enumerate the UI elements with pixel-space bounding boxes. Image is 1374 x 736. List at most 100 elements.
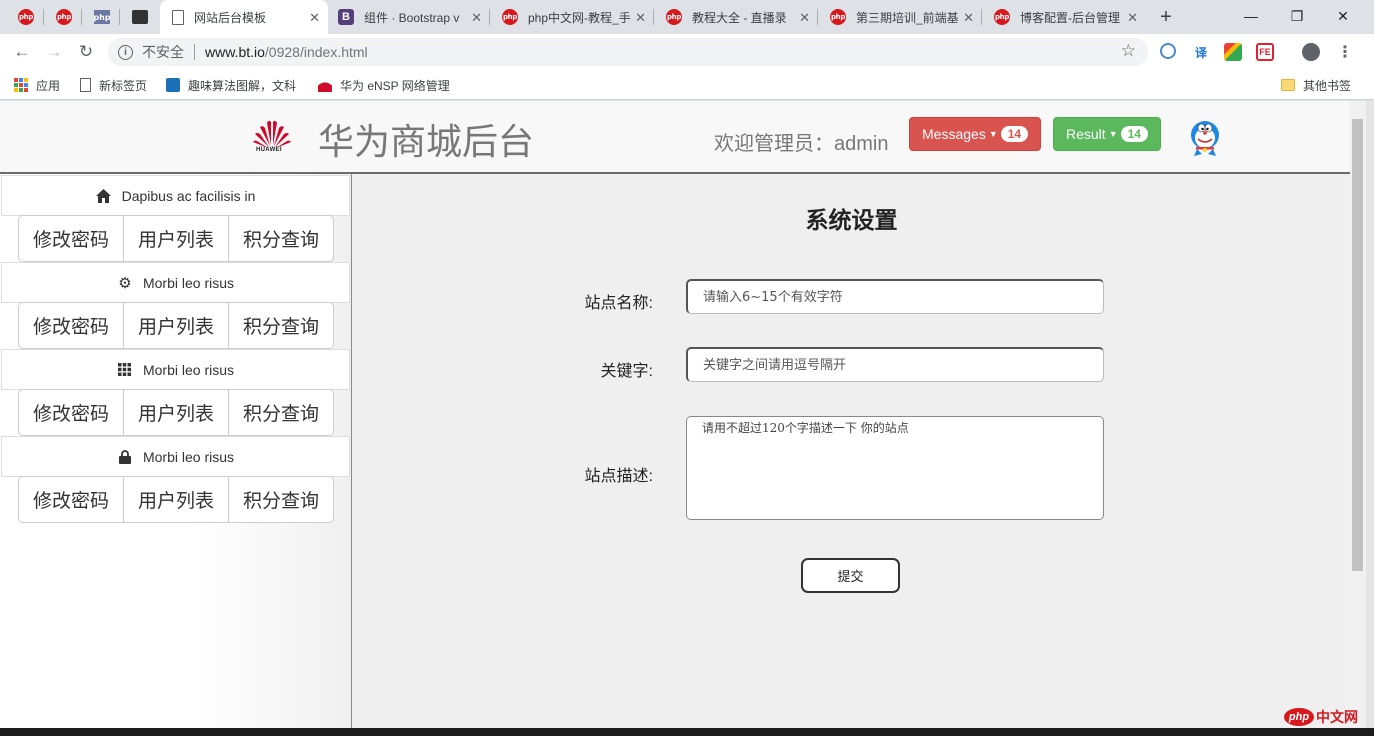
back-icon[interactable]: ← (10, 40, 34, 64)
result-label: Result (1066, 126, 1106, 142)
site-name-label: 站点名称: (584, 295, 653, 312)
tab-close-icon[interactable]: ✕ (963, 10, 974, 26)
points-query-button[interactable]: 积分查询 (228, 389, 334, 436)
address-bar[interactable]: i 不安全 www.bt.io/0928/index.html ☆ (108, 38, 1148, 66)
php-icon: php (56, 9, 72, 25)
tab-close-icon[interactable]: ✕ (471, 10, 482, 26)
avatar[interactable] (1186, 118, 1224, 158)
minimize-icon[interactable]: — (1228, 0, 1274, 32)
forward-icon[interactable]: → (42, 40, 66, 64)
security-label: 不安全 (142, 44, 184, 60)
change-password-button[interactable]: 修改密码 (18, 302, 124, 349)
points-query-button[interactable]: 积分查询 (228, 476, 334, 523)
sidebar-panel-heading[interactable]: Morbi leo risus (1, 349, 350, 390)
translate-icon[interactable]: 译 (1192, 43, 1210, 61)
info-icon[interactable]: i (118, 44, 133, 60)
php-icon: php (18, 9, 34, 25)
tab-close-icon[interactable]: ✕ (799, 10, 810, 26)
change-password-button[interactable]: 修改密码 (18, 476, 124, 523)
lock-icon (117, 449, 133, 464)
menu-kebab-icon[interactable]: ⋮ (1336, 43, 1354, 61)
panel-heading-label: Morbi leo risus (142, 361, 235, 378)
new-tab-icon[interactable]: + (1154, 5, 1178, 29)
description-textarea[interactable] (686, 416, 1104, 520)
watermark-badge: php (1284, 708, 1314, 726)
window-close-icon[interactable]: ✕ (1320, 0, 1366, 32)
change-password-button[interactable]: 修改密码 (18, 389, 124, 436)
user-list-button[interactable]: 用户列表 (123, 302, 229, 349)
tab-title: 第三期培训_前端基 (856, 10, 959, 25)
github-icon (132, 10, 148, 24)
url-host: www.bt.io (205, 44, 265, 60)
sidebar-button-group: 修改密码 用户列表 积分查询 (18, 302, 334, 349)
php-icon: php (994, 9, 1010, 25)
site-name-input[interactable] (686, 279, 1104, 314)
page-icon (80, 78, 91, 92)
profile-icon[interactable] (1302, 43, 1320, 61)
bookmark-label: 趣味算法图解，文科 (188, 78, 297, 93)
sidebar-panel-heading[interactable]: Dapibus ac facilisis in (1, 175, 350, 216)
extension-colorful-icon[interactable] (1224, 43, 1242, 61)
pinned-tab[interactable]: php (46, 0, 82, 34)
bookmarks-bar: 应用 新标签页 趣味算法图解，文科 华为 eNSP 网络管理 其他书签 (0, 70, 1374, 100)
php-watermark: php 中文网 (1284, 706, 1368, 728)
gear-icon: ⚙ (118, 274, 132, 292)
user-list-button[interactable]: 用户列表 (123, 389, 229, 436)
restore-icon[interactable]: ❐ (1274, 0, 1320, 32)
tab-close-icon[interactable]: ✕ (1127, 10, 1138, 26)
sidebar-button-group: 修改密码 用户列表 积分查询 (18, 215, 334, 262)
change-password-button[interactable]: 修改密码 (18, 215, 124, 262)
fe-helper-icon[interactable]: FE (1256, 43, 1274, 61)
logo-wordmark: HUAWEI (256, 147, 282, 153)
points-query-button[interactable]: 积分查询 (228, 215, 334, 262)
browser-toolbar: ← → ↻ i 不安全 www.bt.io/0928/index.html ☆ … (0, 34, 1374, 70)
sidebar-panel-heading[interactable]: ⚙ Morbi leo risus (1, 262, 350, 303)
tab-active[interactable]: 网站后台模板 ✕ (160, 0, 328, 34)
keywords-input[interactable] (686, 347, 1104, 382)
tab[interactable]: php php中文网-教程_手 ✕ (490, 0, 654, 34)
bookmark-other[interactable]: 其他书签 (1281, 76, 1351, 94)
caret-down-icon: ▼ (1108, 129, 1118, 139)
pinned-tab[interactable]: php (8, 0, 44, 34)
result-dropdown-button[interactable]: Result ▼ 14 (1053, 117, 1161, 151)
bookmark-algo[interactable]: 趣味算法图解，文科 (166, 76, 301, 94)
tab-close-icon[interactable]: ✕ (635, 10, 646, 26)
php-icon: php (830, 9, 846, 25)
sidebar-panel-heading[interactable]: Morbi leo risus (1, 436, 350, 477)
site-icon (166, 78, 180, 92)
tab[interactable]: php 第三期培训_前端基 ✕ (818, 0, 982, 34)
submit-button[interactable]: 提交 (801, 558, 900, 593)
tab-title: 网站后台模板 (194, 10, 267, 25)
keywords-label: 关键字: (600, 363, 653, 380)
tab[interactable]: php 博客配置-后台管理 ✕ (982, 0, 1146, 34)
sidebar-button-group: 修改密码 用户列表 积分查询 (18, 476, 334, 523)
extension-globe-icon[interactable] (1160, 43, 1176, 59)
php-icon: php (666, 9, 682, 25)
bookmark-newtab[interactable]: 新标签页 (80, 76, 147, 94)
sidebar-button-group: 修改密码 用户列表 积分查询 (18, 389, 334, 436)
points-query-button[interactable]: 积分查询 (228, 302, 334, 349)
messages-label: Messages (922, 126, 986, 142)
user-list-button[interactable]: 用户列表 (123, 476, 229, 523)
bookmark-apps[interactable]: 应用 (14, 76, 60, 94)
folder-icon (1281, 79, 1295, 91)
page-scrollbar[interactable] (1350, 101, 1366, 728)
site-header: HUAWEI 华为商城后台 欢迎管理员：admin Messages ▼ 14 … (0, 101, 1350, 174)
messages-dropdown-button[interactable]: Messages ▼ 14 (909, 117, 1042, 151)
tab[interactable]: B 组件 · Bootstrap v ✕ (326, 0, 490, 34)
url-text[interactable]: www.bt.io/0928/index.html (205, 44, 368, 60)
tab[interactable]: php 教程大全 - 直播录 ✕ (654, 0, 818, 34)
tab-close-icon[interactable]: ✕ (309, 10, 320, 26)
pinned-tab[interactable] (122, 0, 158, 34)
bookmark-star-icon[interactable]: ☆ (1121, 41, 1136, 61)
browser-tab-strip: php php php 网站后台模板 ✕ B 组件 · Bootstrap v … (0, 0, 1374, 34)
result-badge: 14 (1120, 126, 1148, 142)
sidebar: Dapibus ac facilisis in 修改密码 用户列表 积分查询 ⚙… (0, 174, 351, 728)
user-list-button[interactable]: 用户列表 (123, 215, 229, 262)
pinned-tab[interactable]: php (84, 0, 120, 34)
bookmark-huawei[interactable]: 华为 eNSP 网络管理 (318, 76, 450, 94)
translate-text: 译 (1194, 45, 1207, 60)
reload-icon[interactable]: ↻ (74, 40, 98, 64)
scrollbar-thumb[interactable] (1352, 119, 1363, 571)
panel-heading-label: Morbi leo risus (142, 274, 235, 291)
